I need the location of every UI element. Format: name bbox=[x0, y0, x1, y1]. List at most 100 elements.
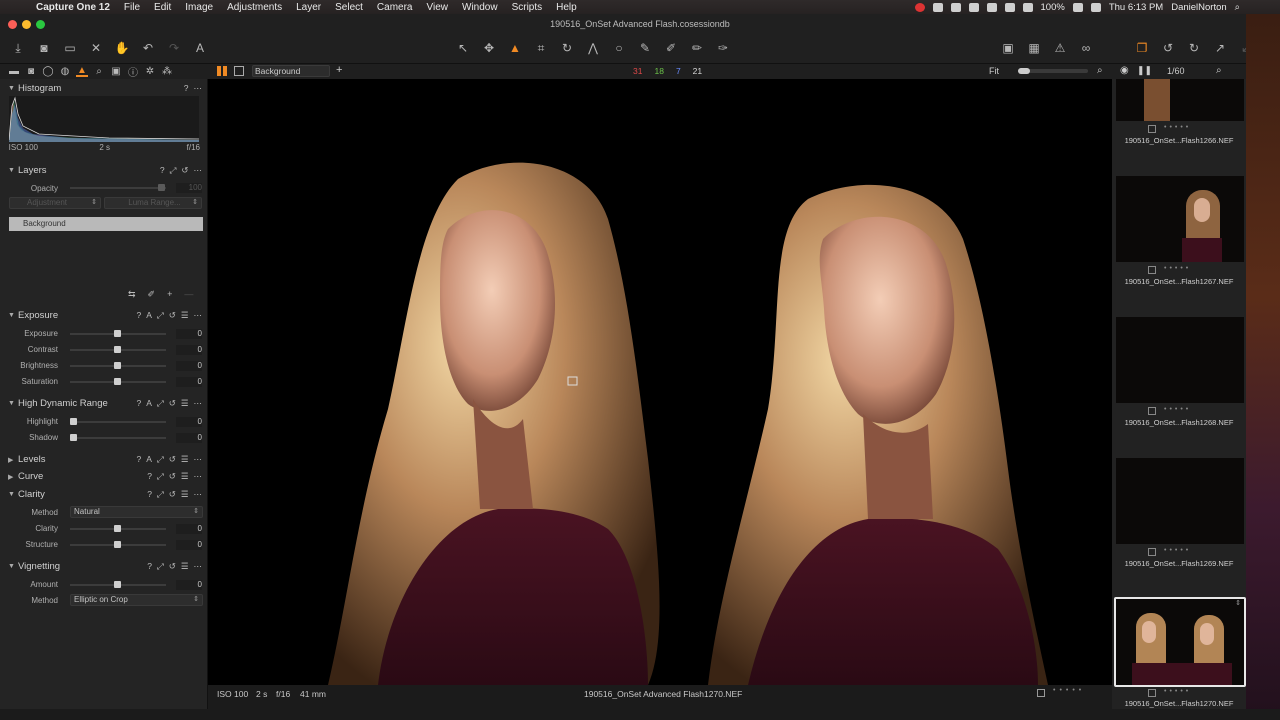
adjust-tool-icon[interactable]: ▲ bbox=[507, 41, 523, 55]
bluetooth-icon[interactable] bbox=[1004, 2, 1015, 12]
picker-icon[interactable]: ✎ bbox=[637, 41, 653, 55]
reset-icon[interactable]: ↺ bbox=[169, 471, 176, 482]
curve-header[interactable]: ▶ Curve ? ⤢ ↺ ☰ ⋯ bbox=[0, 469, 208, 484]
reset-icon[interactable]: ↺ bbox=[169, 489, 176, 500]
reset-icon[interactable]: ↺ bbox=[181, 165, 188, 176]
menu-clock[interactable]: Thu 6:13 PM bbox=[1109, 2, 1163, 13]
expand-icon[interactable]: ▶ bbox=[8, 473, 18, 481]
copy-icon[interactable]: ⤢ bbox=[170, 165, 177, 176]
menu-view[interactable]: View bbox=[427, 2, 449, 13]
highlight-slider[interactable] bbox=[70, 421, 166, 423]
exposure-header[interactable]: ▼ Exposure ? A ⤢ ↺ ☰ ⋯ bbox=[0, 308, 208, 323]
copy-icon[interactable]: ⤢ bbox=[157, 489, 164, 500]
amount-knob[interactable] bbox=[114, 581, 121, 588]
swap-icon[interactable]: ⇆ bbox=[128, 289, 136, 300]
add-variant-icon[interactable]: + bbox=[336, 64, 342, 76]
reset-icon[interactable]: ↺ bbox=[169, 561, 176, 572]
copy-icon[interactable]: ⤢ bbox=[157, 454, 164, 465]
pan-icon[interactable]: ✥ bbox=[481, 41, 497, 55]
help-icon[interactable]: ? bbox=[137, 310, 142, 321]
grid-icon[interactable]: ▦ bbox=[1026, 41, 1042, 55]
presets-icon[interactable]: ☰ bbox=[181, 471, 189, 482]
menu-select[interactable]: Select bbox=[335, 2, 363, 13]
adjustment-select[interactable]: Adjustment bbox=[9, 197, 101, 209]
browser-search-icon[interactable]: ⌕ bbox=[1216, 65, 1222, 76]
collapse-icon[interactable]: ▼ bbox=[8, 491, 18, 498]
layer-background[interactable]: Background bbox=[9, 217, 203, 231]
presets-icon[interactable]: ☰ bbox=[181, 454, 189, 465]
eraser-icon[interactable]: ✏ bbox=[689, 41, 705, 55]
histogram-header[interactable]: ▼ Histogram ? ⋯ bbox=[0, 81, 208, 96]
vignetting-method-select[interactable]: Elliptic on Crop bbox=[70, 594, 203, 606]
capture-tab-icon[interactable]: ◙ bbox=[25, 66, 37, 77]
thumb-stars[interactable]: ••••• bbox=[1164, 688, 1191, 695]
collapse-icon[interactable]: ▼ bbox=[8, 563, 18, 570]
collapse-icon[interactable]: ▼ bbox=[8, 312, 18, 319]
presets-icon[interactable]: ☰ bbox=[181, 398, 189, 409]
library-tab-icon[interactable]: ▬ bbox=[8, 66, 20, 77]
presets-icon[interactable]: ☰ bbox=[181, 561, 189, 572]
airplay-icon[interactable] bbox=[968, 2, 979, 12]
pause-icon[interactable]: ❚❚ bbox=[1137, 65, 1152, 76]
menu-file[interactable]: File bbox=[124, 2, 140, 13]
opacity-slider[interactable] bbox=[70, 187, 166, 189]
add-layer-icon[interactable]: + bbox=[167, 289, 172, 300]
time-machine-icon[interactable] bbox=[986, 2, 997, 12]
metadata-tab-icon[interactable]: ⓘ bbox=[127, 66, 139, 79]
remove-layer-icon[interactable]: — bbox=[184, 289, 193, 300]
thumb-checkbox[interactable] bbox=[1148, 689, 1156, 697]
more-icon[interactable]: ⋯ bbox=[194, 398, 203, 409]
camera-icon[interactable]: ◙ bbox=[36, 41, 52, 55]
thumb-stars[interactable]: ••••• bbox=[1164, 265, 1191, 272]
help-icon[interactable]: ? bbox=[137, 398, 142, 409]
saturation-knob[interactable] bbox=[114, 378, 121, 385]
structure-knob[interactable] bbox=[114, 541, 121, 548]
thumb-stars[interactable]: ••••• bbox=[1164, 124, 1191, 131]
thumb-checkbox[interactable] bbox=[1148, 266, 1156, 274]
menu-help[interactable]: Help bbox=[556, 2, 577, 13]
apply-icon[interactable]: ↗ bbox=[1212, 41, 1228, 55]
brightness-knob[interactable] bbox=[114, 362, 121, 369]
luma-range-button[interactable]: Luma Range... bbox=[104, 197, 202, 209]
copy-icon[interactable]: ⤢ bbox=[157, 310, 164, 321]
help-icon[interactable]: ? bbox=[137, 454, 142, 465]
display-icon[interactable] bbox=[1090, 2, 1101, 12]
copy-icon[interactable]: ⤢ bbox=[157, 471, 164, 482]
redo-icon[interactable]: ↷ bbox=[166, 41, 182, 55]
menu-window[interactable]: Window bbox=[462, 2, 498, 13]
copy-adjustments-icon[interactable]: ❐ bbox=[1134, 41, 1150, 55]
multi-view-icon[interactable] bbox=[217, 66, 227, 76]
eye-icon[interactable]: ◉ bbox=[1120, 65, 1129, 76]
menu-edit[interactable]: Edit bbox=[154, 2, 171, 13]
crop-icon[interactable]: ⌗ bbox=[533, 41, 549, 55]
help-icon[interactable]: ? bbox=[147, 561, 152, 572]
more-icon[interactable]: ⋯ bbox=[194, 310, 203, 321]
menu-extra-icon[interactable] bbox=[950, 2, 961, 12]
adjustments-tab-icon[interactable]: ▣ bbox=[110, 66, 122, 77]
collapse-icon[interactable]: ▼ bbox=[8, 167, 18, 174]
thumbnail-1269[interactable] bbox=[1116, 458, 1244, 544]
presets-icon[interactable]: ☰ bbox=[181, 310, 189, 321]
exposure-knob[interactable] bbox=[114, 330, 121, 337]
annotate-icon[interactable]: ✑ bbox=[715, 41, 731, 55]
image-viewer[interactable] bbox=[208, 79, 1112, 685]
thumbnail-1268[interactable] bbox=[1116, 317, 1244, 403]
structure-value[interactable]: 0 bbox=[176, 540, 202, 550]
thumbnail-1267[interactable] bbox=[1116, 176, 1244, 262]
copy-icon[interactable]: ⤢ bbox=[157, 561, 164, 572]
delete-icon[interactable]: ✕ bbox=[88, 41, 104, 55]
menu-user[interactable]: DanielNorton bbox=[1171, 2, 1226, 13]
more-icon[interactable]: ⋯ bbox=[194, 489, 203, 500]
single-view-icon[interactable] bbox=[234, 66, 244, 76]
more-icon[interactable]: ⋯ bbox=[194, 454, 203, 465]
variant-select[interactable]: Background bbox=[252, 65, 330, 77]
zoom-slider-knob[interactable] bbox=[1018, 68, 1030, 74]
shadow-slider[interactable] bbox=[70, 437, 166, 439]
more-icon[interactable]: ⋯ bbox=[194, 561, 203, 572]
auto-icon[interactable]: A bbox=[146, 310, 152, 321]
reset-icon[interactable]: ↺ bbox=[1160, 41, 1176, 55]
highlight-knob[interactable] bbox=[70, 418, 77, 425]
contrast-knob[interactable] bbox=[114, 346, 121, 353]
saturation-value[interactable]: 0 bbox=[176, 377, 202, 387]
details-tab-icon[interactable]: ⌕ bbox=[93, 66, 105, 77]
